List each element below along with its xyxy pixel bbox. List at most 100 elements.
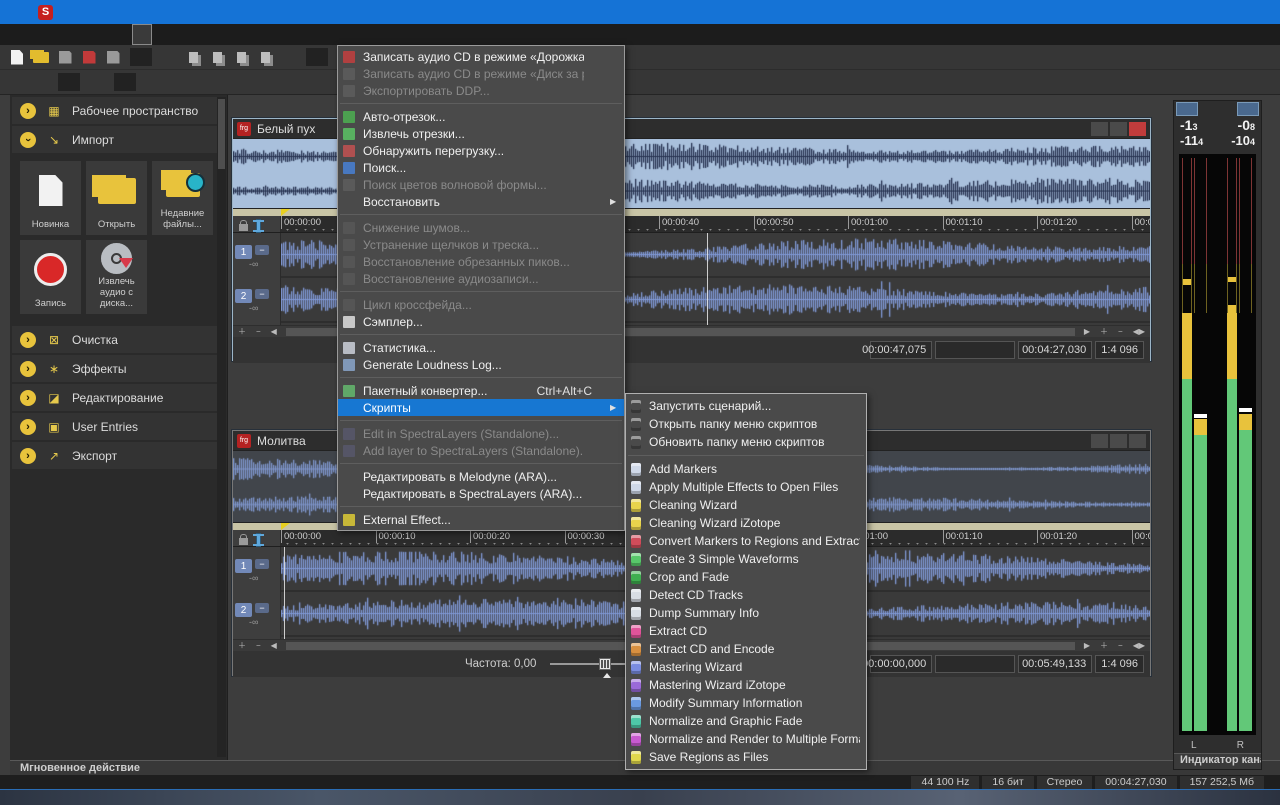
menu-item[interactable] [340,291,622,292]
menu-item[interactable]: Поиск... [338,159,624,176]
transport-icon[interactable] [58,73,80,91]
menu-item[interactable]: Generate Loudness Log... [338,356,624,373]
submenu-item[interactable]: Detect CD Tracks [626,586,866,604]
import-tile[interactable]: Запись [20,240,81,314]
transport-icon[interactable] [30,72,52,92]
menu-item[interactable] [340,334,622,335]
channel-collapse-button[interactable]: − [255,245,269,255]
menu-item[interactable] [340,103,622,104]
submenu-item[interactable]: Modify Summary Information [626,694,866,712]
import-tile[interactable]: Извлечь аудио с диска... [86,240,147,314]
transport-icon[interactable] [114,73,136,91]
submenu-item[interactable]: Mastering Wizard iZotope [626,676,866,694]
toolbar-icon[interactable] [206,47,228,67]
transport-icon[interactable] [190,72,212,92]
submenu-item[interactable] [628,455,864,456]
toolbar-icon[interactable] [158,47,180,67]
doc-window-button[interactable] [1129,434,1146,448]
window-caption-button[interactable] [1235,0,1280,24]
submenu-item[interactable]: Запустить сценарий... [626,397,866,415]
submenu-item[interactable]: Convert Markers to Regions and Extract [626,532,866,550]
meter-tab[interactable] [1237,102,1259,116]
channel-1-button[interactable]: 1 [235,559,252,573]
menu-item[interactable]: Статистика... [338,339,624,356]
window-caption-button[interactable] [1145,0,1190,24]
menu-item[interactable]: Поиск цветов волновой формы... [338,176,624,193]
toolbar-icon[interactable] [102,47,124,67]
sidebar-section[interactable]: › ↗ Экспорт [12,442,217,469]
toolbar-icon[interactable] [130,48,152,66]
submenu-item[interactable]: Save Regions as Files [626,748,866,766]
sidebar-section[interactable]: › ⊠ Очистка [12,326,217,353]
import-tile[interactable]: Открыть [86,161,147,235]
toolbar-icon[interactable] [254,47,276,67]
menu-item[interactable]: Извлечь отрезки... [338,125,624,142]
doc-window-button[interactable] [1091,434,1108,448]
submenu-item[interactable]: Cleaning Wizard iZotope [626,514,866,532]
menu-item[interactable]: Устранение щелчков и треска... [338,236,624,253]
lock-icon[interactable] [239,538,248,545]
transport-icon[interactable] [286,72,308,92]
toolbar-icon[interactable] [30,47,52,67]
toolbar-icon[interactable] [6,47,28,67]
menubar-item[interactable] [96,24,114,45]
menu-item[interactable]: External Effect... [338,511,624,528]
toolbar-icon[interactable] [182,47,204,67]
menubar-item[interactable] [132,24,152,45]
menu-item[interactable]: Цикл кроссфейда... [338,296,624,313]
transport-icon[interactable] [86,72,108,92]
submenu-item[interactable]: Crop and Fade [626,568,866,586]
submenu-item[interactable]: Extract CD and Encode [626,640,866,658]
doc-window-button[interactable] [1110,434,1127,448]
edit-tool-icon[interactable] [257,534,260,546]
channel-2-button[interactable]: 2 [235,603,252,617]
submenu-item[interactable]: Открыть папку меню скриптов [626,415,866,433]
submenu-item[interactable]: Apply Multiple Effects to Open Files [626,478,866,496]
import-tile[interactable]: Новинка [20,161,81,235]
menubar-item[interactable] [42,24,60,45]
menubar-item[interactable] [188,24,206,45]
lock-icon[interactable] [239,224,248,231]
submenu-item[interactable]: Cleaning Wizard [626,496,866,514]
sidebar-section[interactable]: › ▦ Рабочее пространство [12,97,217,124]
transport-icon[interactable] [262,72,284,92]
transport-icon[interactable] [6,72,28,92]
menu-item[interactable]: Экспортировать DDP... [338,82,624,99]
submenu-item[interactable]: Dump Summary Info [626,604,866,622]
transport-icon[interactable] [238,72,260,92]
edit-tool-icon[interactable] [257,220,260,232]
menu-item[interactable] [340,377,622,378]
sidebar-scrollbar[interactable] [217,97,226,757]
menubar-item[interactable] [24,24,42,45]
submenu-item[interactable]: Normalize and Graphic Fade [626,712,866,730]
transport-icon[interactable] [310,72,332,92]
transport-icon[interactable] [214,72,236,92]
channel-collapse-button[interactable]: − [255,559,269,569]
menu-item[interactable]: Записать аудио CD в режиме «Диск за раз»… [338,65,624,82]
doc-window-button[interactable] [1091,122,1108,136]
doc-window-button[interactable] [1129,122,1146,136]
toolbar-icon[interactable] [230,47,252,67]
menu-item[interactable] [340,420,622,421]
menu-item[interactable]: Сэмплер... [338,313,624,330]
menubar-item[interactable] [78,24,96,45]
channel-1-button[interactable]: 1 [235,245,252,259]
submenu-item[interactable]: Normalize and Render to Multiple Formats [626,730,866,748]
menu-item[interactable]: Edit in SpectraLayers (Standalone)... [338,425,624,442]
menubar-item[interactable] [152,24,170,45]
toolbar-icon[interactable] [306,48,328,66]
sidebar-section[interactable]: › ∗ Эффекты [12,355,217,382]
menubar-item[interactable] [6,24,24,45]
menu-item[interactable]: Пакетный конвертер... Ctrl+Alt+C [338,382,624,399]
toolbar-icon[interactable] [54,47,76,67]
submenu-item[interactable]: Extract CD [626,622,866,640]
transport-icon[interactable] [166,72,188,92]
toolbar-icon[interactable] [278,47,300,67]
menu-item[interactable]: Скрипты ▶ [338,399,624,416]
channel-collapse-button[interactable]: − [255,289,269,299]
channel-2-button[interactable]: 2 [235,289,252,303]
sidebar-section[interactable]: › ↘ Импорт [12,126,217,153]
menu-item[interactable]: Add layer to SpectraLayers (Standalone).… [338,442,624,459]
menu-item[interactable]: Авто-отрезок... [338,108,624,125]
menu-item[interactable] [340,506,622,507]
